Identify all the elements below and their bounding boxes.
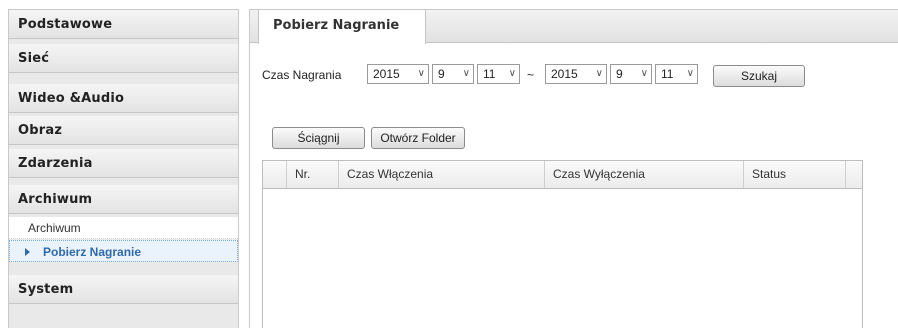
chevron-down-icon: ∨ — [417, 68, 425, 79]
sidebar-item-obraz[interactable]: Obraz — [9, 116, 238, 145]
tab-pobierz-nagranie[interactable]: Pobierz Nagranie — [258, 10, 426, 44]
caret-right-icon — [25, 248, 30, 256]
sidebar-subitem-pobierz-nagranie[interactable]: Pobierz Nagranie — [9, 240, 238, 262]
start-month-value: 9 — [438, 67, 445, 81]
end-year-value: 2015 — [551, 67, 578, 81]
start-year-select[interactable]: 2015 ∨ — [367, 64, 429, 84]
chevron-down-icon: ∨ — [462, 68, 470, 79]
tab-bar: Pobierz Nagranie — [250, 10, 898, 44]
end-day-value: 11 — [661, 67, 674, 81]
table-header: Nr. Czas Włączenia Czas Wyłączenia Statu… — [263, 161, 862, 189]
column-header-nr[interactable]: Nr. — [287, 161, 339, 188]
end-year-select[interactable]: 2015 ∨ — [545, 64, 607, 84]
download-button[interactable]: Ściągnij — [272, 127, 365, 149]
recordings-table: Nr. Czas Włączenia Czas Wyłączenia Statu… — [262, 160, 863, 328]
open-folder-button[interactable]: Otwórz Folder — [371, 127, 465, 149]
sidebar-item-wideo-audio[interactable]: Wideo &Audio — [9, 84, 238, 113]
sidebar-subitem-archiwum[interactable]: Archiwum — [9, 217, 238, 239]
column-header-select — [263, 161, 287, 188]
end-day-select[interactable]: 11 ∨ — [655, 64, 698, 84]
column-header-start-time[interactable]: Czas Włączenia — [339, 161, 545, 188]
chevron-down-icon: ∨ — [595, 68, 603, 79]
sidebar-subitem-label: Pobierz Nagranie — [43, 245, 142, 259]
sidebar-item-siec[interactable]: Sieć — [9, 44, 238, 73]
start-year-value: 2015 — [373, 67, 400, 81]
end-month-select[interactable]: 9 ∨ — [610, 64, 652, 84]
start-day-value: 11 — [483, 67, 496, 81]
chevron-down-icon: ∨ — [640, 68, 648, 79]
chevron-down-icon: ∨ — [508, 68, 516, 79]
record-time-label: Czas Nagrania — [262, 68, 342, 82]
column-header-status[interactable]: Status — [744, 161, 846, 188]
sidebar-item-podstawowe[interactable]: Podstawowe — [9, 10, 238, 39]
search-button[interactable]: Szukaj — [713, 65, 805, 87]
sidebar: Podstawowe Sieć Wideo &Audio Obraz Zdarz… — [8, 9, 239, 328]
chevron-down-icon: ∨ — [686, 68, 694, 79]
start-month-select[interactable]: 9 ∨ — [432, 64, 474, 84]
start-day-select[interactable]: 11 ∨ — [477, 64, 520, 84]
end-month-value: 9 — [616, 67, 623, 81]
range-separator: ~ — [527, 68, 535, 82]
column-header-end-time[interactable]: Czas Wyłączenia — [545, 161, 744, 188]
sidebar-item-system[interactable]: System — [9, 275, 238, 304]
sidebar-item-archiwum[interactable]: Archiwum — [9, 185, 238, 214]
sidebar-item-zdarzenia[interactable]: Zdarzenia — [9, 149, 238, 178]
